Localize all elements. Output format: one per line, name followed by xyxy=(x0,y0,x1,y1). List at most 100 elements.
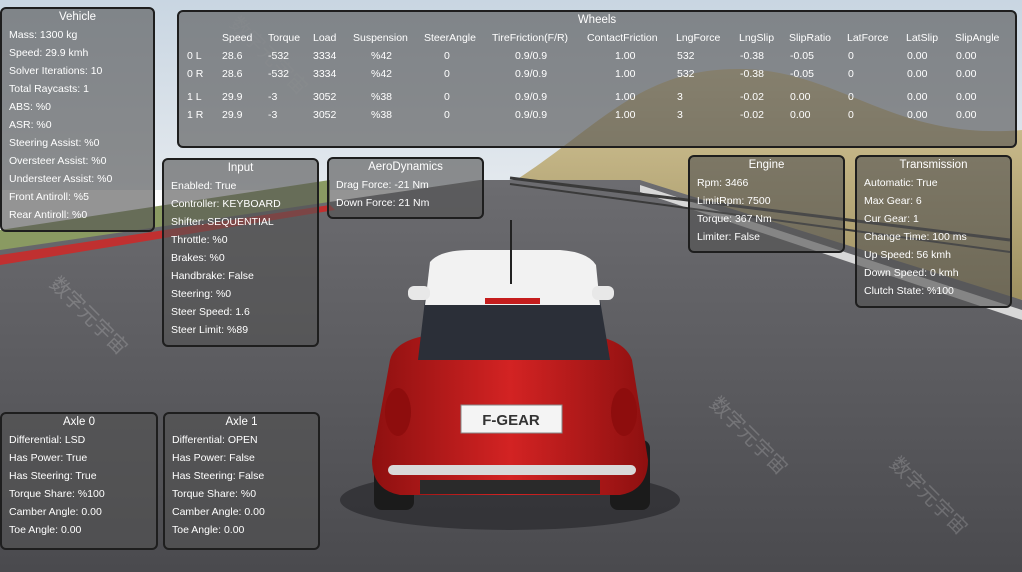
wheel-value: 0 xyxy=(848,109,854,121)
wheels-col-header: ContactFriction xyxy=(587,32,658,44)
transmission-line: Down Speed: 0 kmh xyxy=(864,267,959,279)
car-lower-bumper xyxy=(420,480,600,494)
wheel-value: 0.00 xyxy=(907,50,928,62)
axle1-panel-title: Axle 1 xyxy=(225,416,258,428)
car-roof xyxy=(425,250,600,305)
wheel-value: 0 xyxy=(444,50,450,62)
vehicle-line: Oversteer Assist: %0 xyxy=(9,155,107,167)
axle1-line: Has Power: False xyxy=(172,452,255,464)
axle1-line: Has Steering: False xyxy=(172,470,265,482)
axle0-line: Camber Angle: 0.00 xyxy=(9,506,102,518)
axle0-line: Has Power: True xyxy=(9,452,88,464)
axle1-line: Toe Angle: 0.00 xyxy=(172,524,245,536)
wheel-value: 0.00 xyxy=(956,50,977,62)
wheel-value: 29.9 xyxy=(222,109,243,121)
wheel-value: 3334 xyxy=(313,50,337,62)
car-mirror-right xyxy=(592,286,614,300)
wheel-name: 1 R xyxy=(187,109,204,121)
wheel-value: 532 xyxy=(677,50,695,62)
wheel-value: 0 xyxy=(444,91,450,103)
wheel-value: 29.9 xyxy=(222,91,243,103)
wheel-value: -0.05 xyxy=(790,50,814,62)
vehicle-line: Speed: 29.9 kmh xyxy=(9,47,89,59)
input-line: Brakes: %0 xyxy=(171,252,225,264)
wheels-col-header: Suspension xyxy=(353,32,408,44)
car-rear-window xyxy=(418,300,610,360)
wheel-value: 0.9/0.9 xyxy=(515,50,548,62)
wheels-panel: Wheels Speed Torque Load Suspension Stee… xyxy=(177,10,1017,148)
transmission-line: Up Speed: 56 kmh xyxy=(864,249,951,261)
input-line: Handbrake: False xyxy=(171,270,254,282)
vehicle-line: Front Antiroll: %5 xyxy=(9,191,89,203)
vehicle-panel-title: Vehicle xyxy=(58,11,97,23)
car-taillight-left xyxy=(385,388,411,436)
wheel-value: 0 xyxy=(848,91,854,103)
axle1-line: Camber Angle: 0.00 xyxy=(172,506,265,518)
wheel-value: 28.6 xyxy=(222,50,243,62)
wheels-col-header: SlipAngle xyxy=(955,32,1000,44)
wheel-value: 0.00 xyxy=(907,109,928,121)
wheel-value: 0 xyxy=(444,109,450,121)
transmission-line: Cur Gear: 1 xyxy=(864,213,919,225)
wheel-value: 0.00 xyxy=(790,109,811,121)
engine-line: Limiter: False xyxy=(697,231,761,243)
transmission-line: Max Gear: 6 xyxy=(864,195,922,207)
wheel-value: 0.00 xyxy=(790,91,811,103)
vehicle-line: Mass: 1300 kg xyxy=(9,29,78,41)
vehicle-line: ASR: %0 xyxy=(9,119,52,131)
axle0-panel: Axle 0 Differential: LSD Has Power: True… xyxy=(0,412,158,550)
wheel-value: -0.38 xyxy=(740,68,764,80)
wheel-value: 532 xyxy=(677,68,695,80)
axle0-panel-title: Axle 0 xyxy=(63,416,95,428)
wheels-col-header: TireFriction(F/R) xyxy=(492,32,569,44)
wheels-col-header: Torque xyxy=(268,32,301,44)
axle0-line: Torque Share: %100 xyxy=(9,488,105,500)
wheel-value: -0.02 xyxy=(740,109,764,121)
wheel-value: 0.00 xyxy=(907,91,928,103)
input-line: Throttle: %0 xyxy=(171,234,228,246)
axle1-line: Torque Share: %0 xyxy=(172,488,257,500)
wheel-value: 3052 xyxy=(313,91,337,103)
wheel-value: 1.00 xyxy=(615,91,636,103)
axle0-line: Toe Angle: 0.00 xyxy=(9,524,82,536)
car-taillight-right xyxy=(611,388,637,436)
engine-panel: Engine Rpm: 3466 LimitRpm: 7500 Torque: … xyxy=(688,155,845,253)
wheel-value: 0.9/0.9 xyxy=(515,109,548,121)
wheels-col-header: Load xyxy=(313,32,337,44)
wheels-col-header: LngForce xyxy=(676,32,721,44)
aero-panel-title: AeroDynamics xyxy=(368,161,443,173)
vehicle-line: Rear Antiroll: %0 xyxy=(9,209,88,221)
engine-line: Rpm: 3466 xyxy=(697,177,749,189)
wheel-value: 0 xyxy=(444,68,450,80)
transmission-panel: Transmission Automatic: True Max Gear: 6… xyxy=(855,155,1012,308)
wheel-value: 3 xyxy=(677,91,683,103)
wheel-value: 0.00 xyxy=(907,68,928,80)
input-line: Shifter: SEQUENTIAL xyxy=(171,216,274,228)
input-line: Steer Limit: %89 xyxy=(171,324,249,336)
car-plate-text: F-GEAR xyxy=(482,412,540,429)
vehicle-panel: Vehicle Mass: 1300 kg Speed: 29.9 kmh So… xyxy=(0,7,155,232)
wheels-col-header: SlipRatio xyxy=(789,32,832,44)
wheels-col-header: Speed xyxy=(222,32,253,44)
wheels-col-header: SteerAngle xyxy=(424,32,476,44)
vehicle-line: Solver Iterations: 10 xyxy=(9,65,103,77)
wheel-value: -0.05 xyxy=(790,68,814,80)
wheel-value: %38 xyxy=(371,91,393,103)
wheel-value: %42 xyxy=(371,68,393,80)
engine-panel-title: Engine xyxy=(748,159,785,171)
vehicle-line: ABS: %0 xyxy=(9,101,52,113)
wheel-value: 0.9/0.9 xyxy=(515,91,548,103)
wheel-value: 3052 xyxy=(313,109,337,121)
wheels-col-header: LatForce xyxy=(847,32,889,44)
vehicle-line: Total Raycasts: 1 xyxy=(9,83,89,95)
transmission-line: Automatic: True xyxy=(864,177,938,189)
input-line: Steering: %0 xyxy=(171,288,232,300)
aero-line: Drag Force: -21 Nm xyxy=(336,179,429,191)
input-line: Enabled: True xyxy=(171,180,237,192)
wheel-value: 1.00 xyxy=(615,50,636,62)
wheel-value: -0.38 xyxy=(740,50,764,62)
car-bumper-strip xyxy=(388,465,636,475)
wheel-value: %42 xyxy=(371,50,393,62)
wheel-value: 3 xyxy=(677,109,683,121)
wheel-name: 0 L xyxy=(187,50,202,62)
